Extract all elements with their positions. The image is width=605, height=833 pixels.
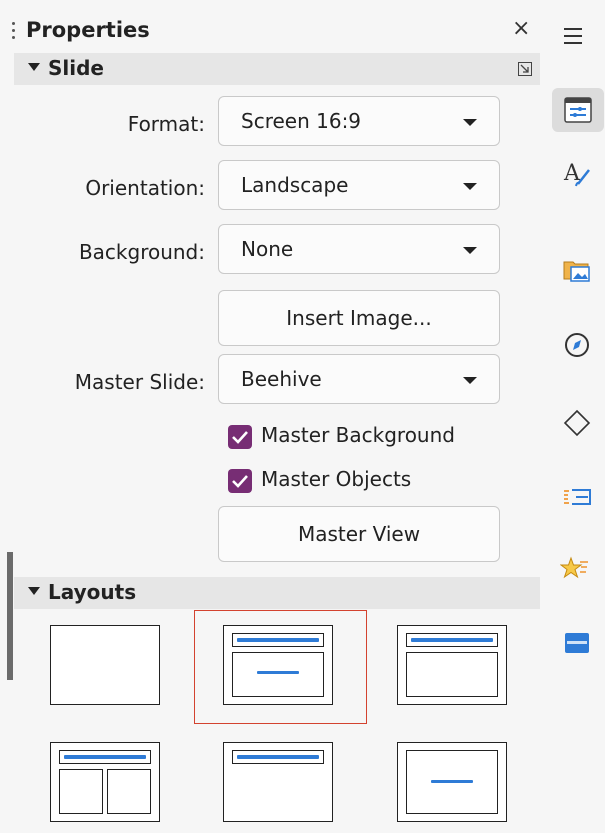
format-dropdown[interactable]: Screen 16:9 <box>218 96 500 146</box>
close-icon[interactable]: × <box>512 16 530 41</box>
collapse-triangle-icon <box>28 63 40 71</box>
master-background-label: Master Background <box>261 423 455 447</box>
collapse-triangle-icon <box>28 587 40 595</box>
background-value: None <box>241 237 294 261</box>
master-slide-label: Master Slide: <box>74 370 205 394</box>
checkmark-icon <box>232 475 248 488</box>
background-dropdown[interactable]: None <box>218 224 500 274</box>
master-background-checkbox[interactable] <box>228 425 252 449</box>
gallery-icon[interactable] <box>562 254 592 284</box>
master-slide-dropdown[interactable]: Beehive <box>218 354 500 404</box>
layout-blank-slide[interactable] <box>50 625 160 705</box>
shapes-icon[interactable] <box>562 408 592 438</box>
animation-icon[interactable] <box>560 554 590 584</box>
drag-grip-icon[interactable] <box>12 22 16 42</box>
layout-title-two-content[interactable] <box>50 742 160 822</box>
properties-deck: Properties × Slide Format: Screen 16:9 O… <box>0 0 548 833</box>
master-slides-icon[interactable] <box>562 628 592 658</box>
slide-section-header[interactable]: Slide <box>14 53 540 85</box>
chevron-down-icon <box>463 247 477 254</box>
properties-icon <box>564 97 592 123</box>
properties-tab[interactable] <box>552 88 604 132</box>
chevron-down-icon <box>463 119 477 126</box>
chevron-down-icon <box>463 377 477 384</box>
master-slide-value: Beehive <box>241 367 322 391</box>
format-label: Format: <box>127 112 205 136</box>
master-objects-label: Master Objects <box>261 467 412 491</box>
sidebar-tab-bar: A <box>548 0 605 833</box>
checkmark-icon <box>232 431 248 444</box>
master-view-button[interactable]: Master View <box>218 506 500 562</box>
master-objects-checkbox[interactable] <box>228 469 252 493</box>
navigator-icon[interactable] <box>562 330 592 360</box>
orientation-dropdown[interactable]: Landscape <box>218 160 500 210</box>
layouts-section-title: Layouts <box>48 580 137 604</box>
chevron-down-icon <box>463 183 477 190</box>
layout-centered-text[interactable] <box>397 742 507 822</box>
orientation-value: Landscape <box>241 173 349 197</box>
slide-section-title: Slide <box>48 56 104 80</box>
more-options-icon[interactable] <box>518 62 532 76</box>
panel-title-bar: Properties × <box>0 14 548 48</box>
layouts-section-header[interactable]: Layouts <box>14 577 540 609</box>
layout-title-only[interactable] <box>223 742 333 822</box>
insert-image-button[interactable]: Insert Image... <box>218 290 500 346</box>
deck-splitter-handle[interactable] <box>7 552 13 680</box>
orientation-label: Orientation: <box>85 176 205 200</box>
styles-icon[interactable]: A <box>562 158 592 188</box>
panel-title: Properties <box>26 18 150 42</box>
background-label: Background: <box>78 240 205 264</box>
layout-title-content-2[interactable] <box>397 625 507 705</box>
menu-icon[interactable] <box>564 28 582 49</box>
slide-transition-icon[interactable] <box>562 482 592 512</box>
layout-title-content[interactable] <box>223 625 333 705</box>
format-value: Screen 16:9 <box>241 109 362 133</box>
